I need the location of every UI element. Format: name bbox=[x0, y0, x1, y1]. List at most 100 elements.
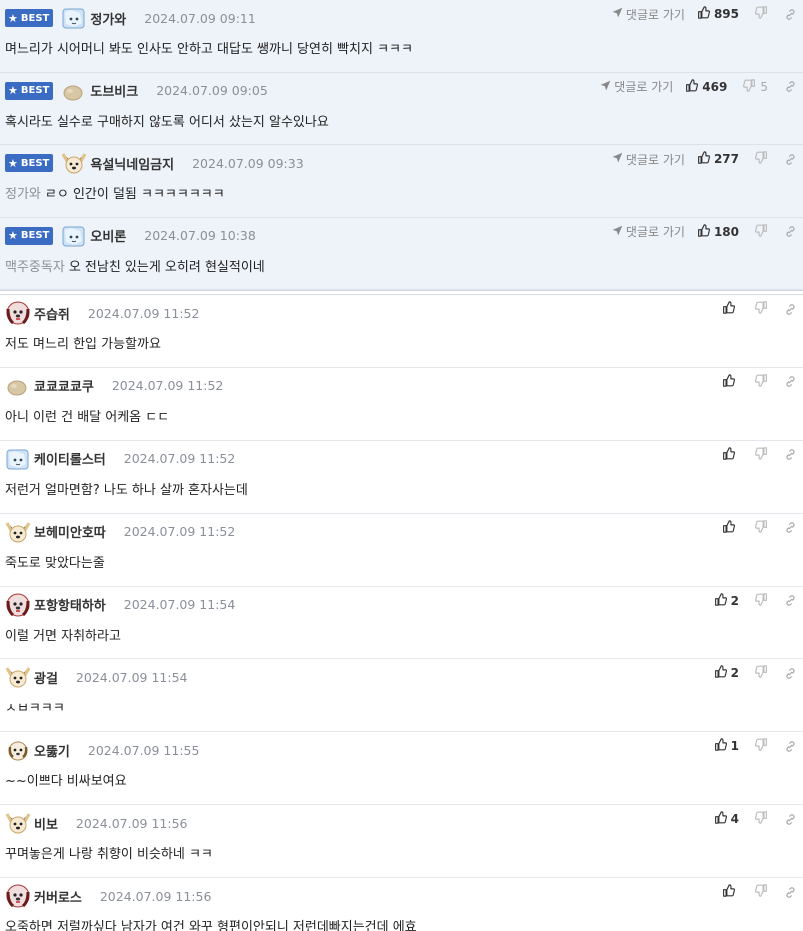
like-button[interactable]: 2 bbox=[714, 665, 739, 681]
dislike-button[interactable] bbox=[754, 301, 768, 317]
comment-header: 광걸 2024.07.09 11:54 bbox=[5, 666, 803, 688]
avatar[interactable] bbox=[5, 665, 31, 689]
nickname[interactable]: 포항항태하하 bbox=[34, 595, 106, 614]
comment-text: 오죽하면 저럴까싶다 남자가 여건 와꾸 형편이안되니 저런데빠지는건데 에효 bbox=[5, 920, 417, 931]
comment-date: 2024.07.09 11:52 bbox=[123, 451, 236, 467]
star-icon: ★ bbox=[8, 11, 18, 25]
avatar[interactable] bbox=[5, 301, 31, 325]
like-button[interactable]: 180 bbox=[697, 223, 739, 240]
comment-body: ㅅㅂㅋㅋㅋ bbox=[5, 697, 793, 716]
nickname[interactable]: 비보 bbox=[34, 814, 58, 833]
nickname[interactable]: 보헤미안호따 bbox=[34, 522, 106, 541]
link-icon[interactable] bbox=[784, 375, 797, 388]
thumb-up-icon bbox=[697, 6, 714, 22]
thumb-up-icon bbox=[714, 665, 731, 681]
arrow-icon bbox=[612, 225, 626, 239]
nickname[interactable]: 광걸 bbox=[34, 668, 58, 687]
reply-to-nick[interactable]: 맥주중독자 bbox=[5, 260, 65, 275]
like-count: 1 bbox=[730, 739, 739, 754]
dislike-button[interactable]: 5 bbox=[743, 78, 768, 95]
thumb-down-icon bbox=[754, 665, 768, 681]
goto-comment-link[interactable]: 댓글로 가기 bbox=[612, 223, 685, 240]
comment: 커버로스 2024.07.09 11:56 오죽하면 저럴까싶다 남자가 여건 와꾸… bbox=[0, 878, 803, 931]
nickname[interactable]: 오뚫기 bbox=[34, 741, 70, 760]
comment-date: 2024.07.09 11:55 bbox=[87, 742, 200, 758]
dislike-button[interactable] bbox=[754, 447, 768, 463]
avatar[interactable] bbox=[61, 151, 87, 175]
link-icon[interactable] bbox=[784, 448, 797, 461]
comment-date: 2024.07.09 11:52 bbox=[111, 378, 224, 394]
nickname[interactable]: 오비론 bbox=[90, 226, 126, 245]
nickname[interactable]: 도브비크 bbox=[90, 81, 138, 100]
like-button[interactable]: 277 bbox=[697, 151, 739, 167]
like-button[interactable] bbox=[722, 519, 739, 536]
thumb-down-icon bbox=[754, 592, 768, 609]
link-icon[interactable] bbox=[784, 594, 797, 607]
comment-header: 쿄쿄쿄쿄쿠 2024.07.09 11:52 bbox=[5, 375, 803, 397]
comment-header: 비보 2024.07.09 11:56 bbox=[5, 812, 803, 834]
avatar[interactable] bbox=[5, 738, 31, 762]
nickname[interactable]: 쿄쿄쿄쿄쿠 bbox=[34, 376, 94, 395]
link-icon[interactable] bbox=[784, 813, 797, 826]
comment-actions: 1 bbox=[714, 738, 797, 754]
link-icon[interactable] bbox=[784, 667, 797, 680]
like-button[interactable] bbox=[722, 374, 739, 390]
avatar[interactable] bbox=[5, 374, 31, 398]
avatar[interactable] bbox=[61, 224, 87, 248]
like-button[interactable] bbox=[722, 301, 739, 317]
thumb-down-icon bbox=[754, 6, 768, 22]
best-badge-label: BEST bbox=[20, 157, 50, 169]
like-button[interactable]: 895 bbox=[697, 6, 739, 22]
avatar[interactable] bbox=[61, 79, 87, 103]
like-count: 277 bbox=[713, 152, 739, 166]
link-icon[interactable] bbox=[784, 303, 797, 316]
link-icon[interactable] bbox=[784, 153, 797, 166]
link-icon[interactable] bbox=[784, 225, 797, 238]
avatar[interactable] bbox=[5, 447, 31, 471]
dislike-button[interactable] bbox=[754, 6, 768, 22]
like-button[interactable]: 469 bbox=[685, 78, 727, 95]
link-icon[interactable] bbox=[784, 886, 797, 899]
avatar[interactable] bbox=[5, 593, 31, 617]
avatar[interactable] bbox=[5, 520, 31, 544]
comment-actions: 댓글로 가기 895 bbox=[612, 6, 797, 22]
nickname[interactable]: 욕설닉네임금지 bbox=[90, 154, 174, 173]
like-button[interactable]: 4 bbox=[714, 811, 739, 827]
like-button[interactable]: 1 bbox=[714, 738, 739, 754]
dislike-button[interactable] bbox=[754, 738, 768, 754]
avatar[interactable] bbox=[5, 811, 31, 835]
goto-comment-link[interactable]: 댓글로 가기 bbox=[612, 6, 685, 23]
dislike-button[interactable] bbox=[754, 374, 768, 390]
dislike-button[interactable] bbox=[754, 665, 768, 681]
thumb-up-icon bbox=[722, 519, 739, 536]
dislike-button[interactable] bbox=[754, 592, 768, 609]
nickname[interactable]: 정가와 bbox=[90, 9, 126, 28]
avatar[interactable] bbox=[5, 884, 31, 908]
like-button[interactable] bbox=[722, 884, 739, 900]
star-icon: ★ bbox=[8, 229, 18, 242]
link-icon[interactable] bbox=[784, 521, 797, 534]
goto-comment-link[interactable]: 댓글로 가기 bbox=[612, 151, 685, 168]
link-icon[interactable] bbox=[784, 80, 797, 93]
best-comment: ★ BEST 오비론 2024.07.09 10:38 댓글로 가기 180 맥주중독자 오 … bbox=[0, 217, 803, 290]
thumb-up-icon bbox=[722, 884, 739, 900]
dislike-button[interactable] bbox=[754, 151, 768, 167]
goto-comment-link[interactable]: 댓글로 가기 bbox=[600, 78, 673, 95]
like-button[interactable] bbox=[722, 447, 739, 463]
comment: 케이티롤스터 2024.07.09 11:52 저런거 얼마면함? 나도 하나 살까… bbox=[0, 440, 803, 514]
dislike-button[interactable] bbox=[754, 811, 768, 827]
nickname[interactable]: 커버로스 bbox=[34, 887, 82, 906]
link-icon[interactable] bbox=[784, 8, 797, 21]
dislike-button[interactable] bbox=[754, 223, 768, 240]
dislike-button[interactable] bbox=[754, 884, 768, 900]
comment-header: 커버로스 2024.07.09 11:56 bbox=[5, 884, 803, 908]
comment-body: 정가와 ㄹㅇ 인간이 덜됨 ㅋㅋㅋㅋㅋㅋㅋ bbox=[5, 183, 793, 202]
nickname[interactable]: 주습쥐 bbox=[34, 304, 70, 323]
link-icon[interactable] bbox=[784, 740, 797, 753]
reply-to-nick[interactable]: 정가와 bbox=[5, 187, 41, 202]
dislike-button[interactable] bbox=[754, 519, 768, 536]
like-button[interactable]: 2 bbox=[714, 592, 739, 609]
comment-actions: 4 bbox=[714, 811, 797, 827]
avatar[interactable] bbox=[61, 6, 87, 30]
nickname[interactable]: 케이티롤스터 bbox=[34, 449, 106, 468]
